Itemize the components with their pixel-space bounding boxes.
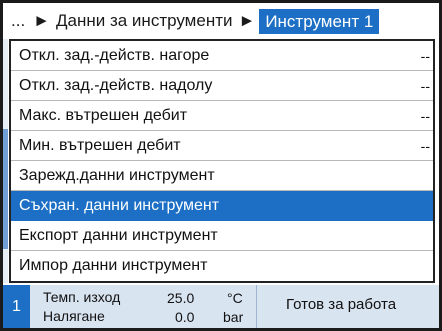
tool-data-menu: Откл. зад.-действ. нагоре -- Откл. зад.-… (9, 39, 435, 283)
menu-item-label: Импор данни инструмент (19, 257, 208, 274)
breadcrumb-separator-icon: ► (238, 11, 256, 30)
pressure-value: 0.0 (175, 309, 195, 325)
menu-item-label: Макс. вътрешен дебит (19, 106, 188, 124)
status-bar: 1 Темп. изход 25.0 °C Налягане 0.0 bar Г… (3, 285, 439, 328)
breadcrumb-current: Инструмент 1 (259, 8, 380, 34)
menu-item-import-tool-data[interactable]: Импор данни инструмент (11, 251, 433, 281)
device-screen: ... ► Данни за инструменти ► Инструмент … (3, 3, 439, 328)
menu-item-min-internal-flow[interactable]: Мин. вътрешен дебит -- (11, 131, 433, 161)
outlet-temp-value: 25.0 (167, 290, 195, 306)
status-divider (256, 285, 257, 328)
menu-item-offset-up[interactable]: Откл. зад.-действ. нагоре -- (11, 41, 433, 71)
pressure-unit: bar (223, 309, 244, 325)
menu-item-max-internal-flow[interactable]: Макс. вътрешен дебит -- (11, 101, 433, 131)
breadcrumb: ... ► Данни за инструменти ► Инструмент … (3, 3, 439, 39)
breadcrumb-parent[interactable]: Данни за инструменти (56, 11, 233, 31)
menu-item-load-tool-data[interactable]: Зарежд.данни инструмент (11, 161, 433, 191)
menu-item-label: Зарежд.данни инструмент (19, 166, 215, 184)
menu-item-value: -- (420, 138, 430, 154)
breadcrumb-ellipsis[interactable]: ... (11, 11, 25, 31)
menu-item-label: Откл. зад.-действ. нагоре (19, 46, 210, 64)
menu-item-value: -- (420, 78, 430, 94)
scrollbar-thumb[interactable] (3, 129, 8, 249)
menu-item-label: Мин. вътрешен дебит (19, 136, 181, 154)
menu-item-label: Откл. зад.-действ. надолу (19, 76, 213, 94)
menu-item-offset-down[interactable]: Откл. зад.-действ. надолу -- (11, 71, 433, 101)
scrollbar[interactable] (3, 39, 8, 283)
operating-state: Готов за работа (286, 296, 397, 313)
menu-item-label: Експорт данни инструмент (19, 226, 218, 244)
breadcrumb-separator-icon: ► (33, 11, 50, 30)
pressure-label: Налягане (43, 308, 105, 324)
menu-item-value: -- (420, 48, 430, 64)
menu-item-save-tool-data[interactable]: Съхран. данни инструмент (11, 191, 433, 221)
outlet-temp-label: Темп. изход (43, 289, 121, 305)
menu-item-export-tool-data[interactable]: Експорт данни инструмент (11, 221, 433, 251)
menu-item-value: -- (420, 108, 430, 124)
unit-number-badge: 1 (3, 285, 30, 328)
outlet-temp-unit: °C (227, 290, 243, 306)
menu-item-label: Съхран. данни инструмент (19, 196, 220, 214)
